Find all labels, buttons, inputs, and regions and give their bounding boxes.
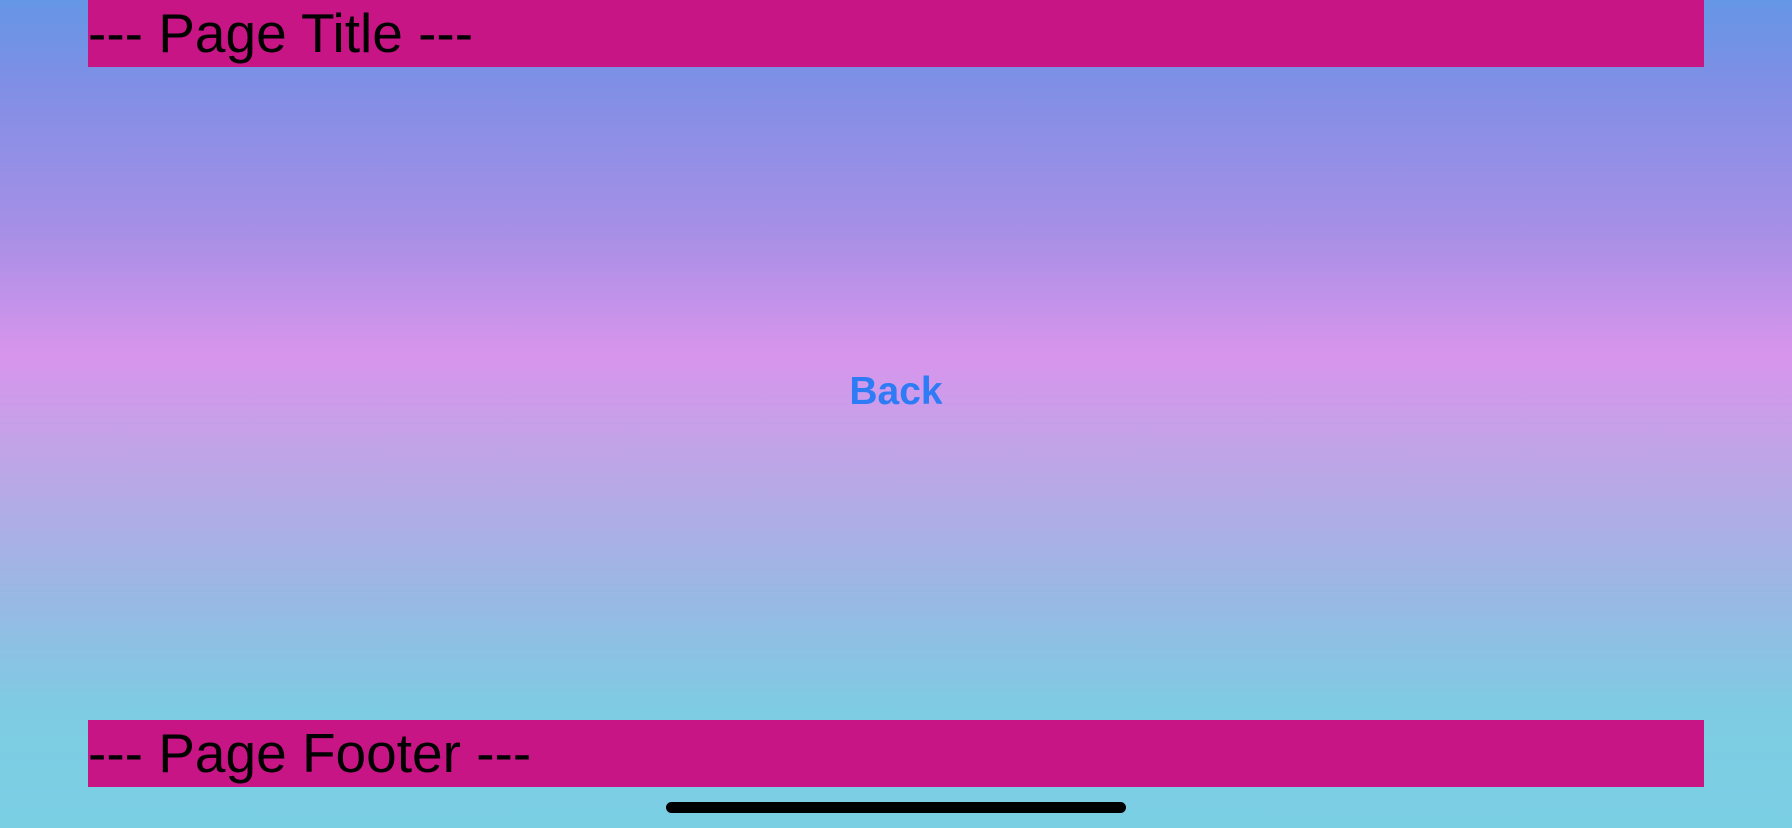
- page-title: --- Page Title ---: [88, 2, 474, 64]
- page-footer-text: --- Page Footer ---: [88, 722, 532, 784]
- home-indicator[interactable]: [666, 802, 1126, 813]
- page-footer: --- Page Footer ---: [88, 720, 1704, 787]
- back-button[interactable]: Back: [0, 366, 1792, 418]
- app-screen: { "header": { "title": "--- Page Title -…: [0, 0, 1792, 828]
- page-header: --- Page Title ---: [88, 0, 1704, 67]
